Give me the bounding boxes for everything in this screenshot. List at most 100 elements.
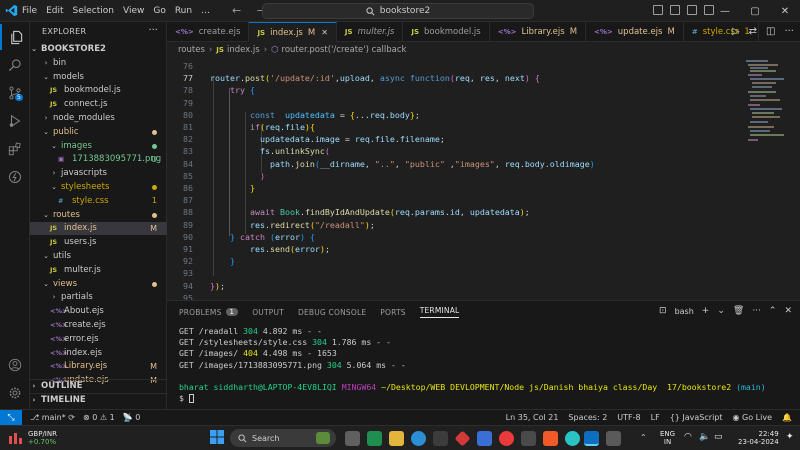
trash-icon[interactable]: 🗑 <box>733 306 744 316</box>
app-icon[interactable] <box>477 431 492 446</box>
minimap[interactable] <box>742 58 800 300</box>
editor-tab[interactable]: <%> Library.ejs M <box>490 22 587 42</box>
search-view-icon[interactable] <box>0 52 30 78</box>
menu-item-selection[interactable]: Selection <box>73 6 114 16</box>
panel-tab-debug-console[interactable]: DEBUG CONSOLE <box>298 308 366 317</box>
folder-row[interactable]: ⌄ utils <box>30 249 167 263</box>
editor-tab[interactable]: JS bookmodel.js <box>403 22 490 42</box>
go-live-button[interactable]: ◉ Go Live <box>733 413 773 422</box>
command-center-search[interactable]: bookstore2 <box>262 3 534 19</box>
windows-start-icon[interactable] <box>210 430 224 444</box>
account-icon[interactable] <box>0 352 30 378</box>
run-icon[interactable]: ▷ <box>732 26 740 37</box>
new-terminal-icon[interactable]: + <box>702 306 710 316</box>
file-row[interactable]: JS multer.js <box>30 263 167 277</box>
file-row[interactable]: ▣ 1713883095771.png U <box>30 153 167 167</box>
compare-icon[interactable]: ⇄ <box>749 26 757 37</box>
maximize-button[interactable]: ▢ <box>740 0 770 22</box>
problems-indicator[interactable]: ⊗ 0 ⚠ 1 <box>83 413 115 422</box>
file-row[interactable]: <%> index.ejs <box>30 346 167 360</box>
indentation[interactable]: Spaces: 2 <box>568 413 607 422</box>
menu-item-edit[interactable]: Edit <box>46 6 63 16</box>
more-actions-icon[interactable]: ··· <box>752 306 761 316</box>
menu-more[interactable]: … <box>201 6 210 16</box>
settings-gear-icon[interactable] <box>0 380 30 406</box>
extensions-icon[interactable] <box>0 136 30 162</box>
cursor-position[interactable]: Ln 35, Col 21 <box>506 413 559 422</box>
explorer-icon[interactable] <box>0 24 30 50</box>
panel-tab-problems[interactable]: PROBLEMS 1 <box>179 308 239 317</box>
editor-tab[interactable]: JS multer.js <box>337 22 404 42</box>
more-actions-icon[interactable]: ··· <box>148 25 158 36</box>
remote-explorer-icon[interactable] <box>0 164 30 190</box>
terminal-shell-label[interactable]: bash <box>675 307 694 316</box>
editor-tab[interactable]: <%> update.ejs M <box>586 22 684 42</box>
editor-tab[interactable]: <%> create.ejs <box>167 22 250 42</box>
folder-row[interactable]: ⌄ images <box>30 139 167 153</box>
folder-row[interactable]: ⌄ routes <box>30 208 167 222</box>
edge-icon[interactable] <box>411 431 426 446</box>
folder-row[interactable]: › partials <box>30 291 167 305</box>
folder-row[interactable]: ⌄ stylesheets <box>30 180 167 194</box>
folder-row[interactable]: › javascripts <box>30 166 167 180</box>
app-icon[interactable] <box>367 431 382 446</box>
toggle-panel-icon[interactable] <box>670 5 680 15</box>
folder-row[interactable]: ⌄ models <box>30 70 167 84</box>
timeline-section[interactable]: › TIMELINE <box>30 393 167 407</box>
ports-indicator[interactable]: 📡 0 <box>123 413 141 422</box>
language-indicator[interactable]: ENG IN <box>660 430 675 446</box>
menu-item-file[interactable]: File <box>22 6 37 16</box>
editor-tab[interactable]: JS index.js M ✕ <box>249 22 337 42</box>
battery-icon[interactable]: ▭ <box>714 432 723 442</box>
branch-indicator[interactable]: ⎇ main* ⟳ <box>30 413 75 422</box>
split-editor-icon[interactable]: ◫ <box>766 26 775 37</box>
file-row[interactable]: JS index.js M <box>30 221 167 236</box>
app-icon[interactable] <box>454 430 471 447</box>
file-row[interactable]: JS connect.js <box>30 97 167 111</box>
chevron-down-icon[interactable]: ⌄ <box>717 306 725 316</box>
file-row[interactable]: # style.css 1 <box>30 194 167 208</box>
breadcrumb-symbol[interactable]: router.post('/create') callback <box>282 45 407 55</box>
minimize-button[interactable]: — <box>710 0 740 22</box>
end-of-line[interactable]: LF <box>651 413 660 422</box>
more-actions-icon[interactable]: ··· <box>784 26 794 37</box>
folder-row[interactable]: › node_modules <box>30 111 167 125</box>
menu-item-view[interactable]: View <box>123 6 144 16</box>
panel-tab-output[interactable]: OUTPUT <box>252 308 284 317</box>
file-row[interactable]: <%> About.ejs <box>30 304 167 318</box>
code-editor[interactable]: 76 77 router.post('/update/:id',upload, as… <box>167 58 742 300</box>
toggle-secondary-sidebar-icon[interactable] <box>687 5 697 15</box>
source-control-icon[interactable]: 5 <box>0 80 30 106</box>
close-panel-icon[interactable]: ✕ <box>784 306 792 316</box>
breadcrumb-file[interactable]: index.js <box>227 45 260 55</box>
outline-section[interactable]: › OUTLINE <box>30 379 167 393</box>
toggle-sidebar-icon[interactable] <box>653 5 663 15</box>
vscode-taskbar-icon[interactable] <box>584 431 599 446</box>
app-icon[interactable] <box>606 431 621 446</box>
menu-item-run[interactable]: Run <box>175 6 192 16</box>
speaker-icon[interactable]: 🔈 <box>699 432 710 442</box>
notifications-bell-icon[interactable]: 🔔 <box>782 413 792 422</box>
app-icon[interactable] <box>521 431 536 446</box>
wifi-icon[interactable]: ◠ <box>684 432 692 442</box>
close-tab-icon[interactable]: ✕ <box>321 28 328 37</box>
encoding[interactable]: UTF-8 <box>617 413 640 422</box>
brave-icon[interactable] <box>543 431 558 446</box>
store-icon[interactable] <box>433 431 448 446</box>
language-mode[interactable]: {} JavaScript <box>670 413 723 422</box>
file-row[interactable]: <%> Library.ejs M <box>30 360 167 374</box>
file-row[interactable]: <%> error.ejs <box>30 332 167 346</box>
task-view-icon[interactable] <box>345 431 360 446</box>
breadcrumb-folder[interactable]: routes <box>178 45 205 55</box>
close-window-button[interactable]: ✕ <box>770 0 800 22</box>
file-row[interactable]: JS bookmodel.js <box>30 84 167 98</box>
file-row[interactable]: <%> create.ejs <box>30 318 167 332</box>
clock[interactable]: 22:49 23-04-2024 <box>738 430 779 446</box>
file-explorer-icon[interactable] <box>389 431 404 446</box>
folder-row[interactable]: ⌄ views <box>30 277 167 291</box>
app-icon[interactable] <box>565 431 580 446</box>
panel-tab-terminal[interactable]: TERMINAL <box>419 306 460 318</box>
run-debug-icon[interactable] <box>0 108 30 134</box>
notification-icon[interactable]: ✦ <box>786 432 794 442</box>
taskbar-search[interactable]: Search <box>230 429 336 447</box>
